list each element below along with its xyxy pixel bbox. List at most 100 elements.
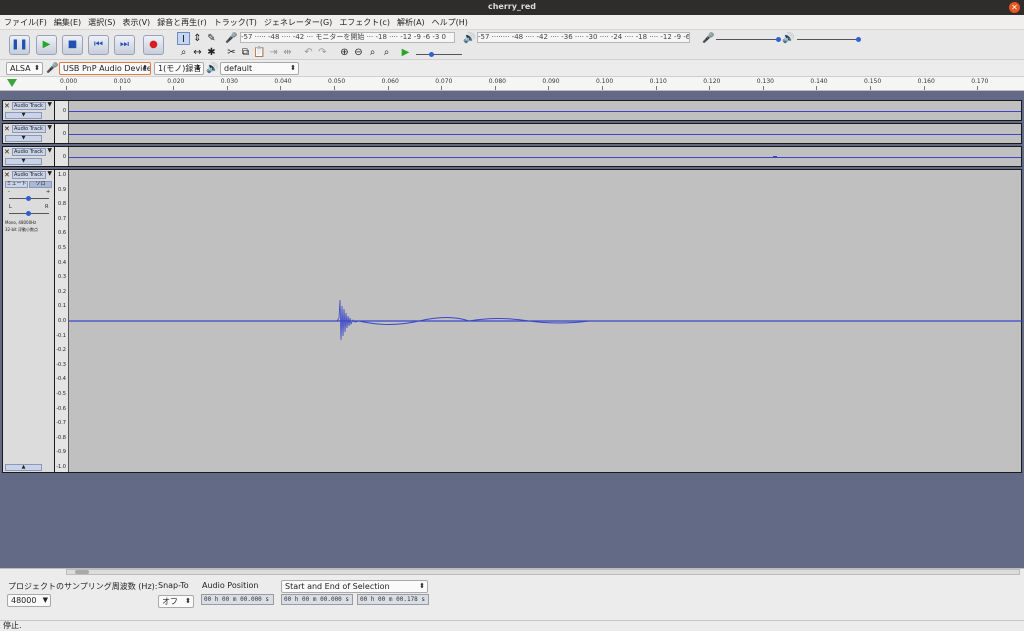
ruler-tick-label: 0.160 xyxy=(917,78,935,85)
audio-track-2[interactable]: ✕ Audio Track ▼ ▼ 0 xyxy=(2,123,1022,144)
close-icon[interactable]: ✕ xyxy=(1009,2,1020,13)
skip-to-start-button[interactable]: ⏮ xyxy=(88,35,109,55)
collapse-track-button[interactable]: ▼ xyxy=(5,112,42,119)
redo-icon[interactable]: ↷ xyxy=(316,46,329,59)
playback-volume-knob[interactable] xyxy=(856,37,861,42)
paste-icon[interactable]: 📋 xyxy=(253,46,266,59)
draw-tool-icon[interactable]: ✎ xyxy=(205,32,218,45)
track-menu-chevron-icon[interactable]: ▼ xyxy=(47,170,52,177)
selection-tool-icon[interactable]: I xyxy=(177,32,190,45)
menu-generate[interactable]: ジェネレーター(G) xyxy=(264,17,332,28)
playback-meter[interactable]: -57 ········ -48 ···· -42 ···· -36 ···· … xyxy=(477,32,690,43)
copy-icon[interactable]: ⧉ xyxy=(239,46,252,59)
play-at-speed-icon[interactable]: ▶ xyxy=(399,46,412,59)
project-rate-select[interactable]: 48000 ▼ xyxy=(7,594,51,607)
mute-button[interactable]: ミュート xyxy=(5,181,28,188)
track-name-button[interactable]: Audio Track xyxy=(12,125,46,133)
ruler-tick-label: 0.100 xyxy=(596,78,614,85)
pause-button[interactable]: ❚❚ xyxy=(9,35,30,55)
menu-analyze[interactable]: 解析(A) xyxy=(397,17,425,28)
playback-volume-slider[interactable] xyxy=(797,39,859,40)
tracks-area[interactable]: ✕ Audio Track ▼ ▼ 0 ✕ Audio Track ▼ ▼ 0 … xyxy=(0,91,1024,568)
fit-selection-icon[interactable]: ⌕ xyxy=(366,46,379,59)
fit-project-icon[interactable]: ⌕ xyxy=(380,46,393,59)
record-button[interactable]: ● xyxy=(143,35,164,55)
menu-select[interactable]: 選択(S) xyxy=(88,17,115,28)
track-menu-chevron-icon[interactable]: ▼ xyxy=(47,101,52,108)
selection-mode-select[interactable]: Start and End of Selection ⬍ xyxy=(281,580,428,593)
horizontal-scrollbar[interactable] xyxy=(66,569,1020,575)
menu-help[interactable]: ヘルプ(H) xyxy=(432,17,468,28)
record-meter[interactable]: -57 ····· -48 ···· -42 ··· モニターを開始 ··· -… xyxy=(240,32,455,43)
track-name-button[interactable]: Audio Track xyxy=(12,102,46,110)
zoom-out-icon[interactable]: ⊖ xyxy=(352,46,365,59)
track-vertical-scale: 0 xyxy=(55,147,69,166)
envelope-tool-icon[interactable]: ⇕ xyxy=(191,32,204,45)
close-track-icon[interactable]: ✕ xyxy=(4,171,10,179)
menu-view[interactable]: 表示(V) xyxy=(122,17,150,28)
channels-select[interactable]: 1(モノ)録音 ⬍ xyxy=(154,62,204,75)
play-speed-slider[interactable] xyxy=(416,54,462,55)
waveform-area[interactable] xyxy=(69,101,1021,120)
selection-start-field[interactable]: 00 h 00 m 00.000 s xyxy=(281,594,353,605)
track-name-button[interactable]: Audio Track xyxy=(12,171,46,179)
undo-icon[interactable]: ↶ xyxy=(302,46,315,59)
close-track-icon[interactable]: ✕ xyxy=(4,148,10,156)
trim-icon[interactable]: ⇥ xyxy=(267,46,280,59)
track-name-button[interactable]: Audio Track xyxy=(12,148,46,156)
play-button[interactable]: ▶ xyxy=(36,35,57,55)
ruler-tick-mark xyxy=(387,86,389,90)
multi-tool-icon[interactable]: ✱ xyxy=(205,46,218,59)
silence-icon[interactable]: ⇹ xyxy=(281,46,294,59)
audio-track-1[interactable]: ✕ Audio Track ▼ ▼ 0 xyxy=(2,100,1022,121)
cut-icon[interactable]: ✂ xyxy=(225,46,238,59)
snap-to-select[interactable]: オフ ⬍ xyxy=(158,595,194,608)
menu-tracks[interactable]: トラック(T) xyxy=(214,17,257,28)
menu-transport[interactable]: 録音と再生(r) xyxy=(157,17,207,28)
close-track-icon[interactable]: ✕ xyxy=(4,125,10,133)
track-menu-chevron-icon[interactable]: ▼ xyxy=(47,147,52,154)
waveform-area[interactable] xyxy=(69,124,1021,143)
menu-file[interactable]: ファイル(F) xyxy=(4,17,47,28)
record-volume-knob[interactable] xyxy=(776,37,781,42)
audio-position-label: Audio Position xyxy=(202,581,259,590)
audio-position-field[interactable]: 00 h 00 m 00.000 s xyxy=(201,594,274,605)
audio-host-select[interactable]: ALSA ⬍ xyxy=(6,62,43,75)
input-device-select[interactable]: USB PnP Audio Device ⬍ xyxy=(59,62,151,75)
timeshift-tool-icon[interactable]: ↔ xyxy=(191,46,204,59)
ruler-tick-label: 0.130 xyxy=(756,78,774,85)
ruler-tick-mark xyxy=(870,86,871,90)
zoom-tool-icon[interactable]: ⌕ xyxy=(177,46,190,59)
timeline-ruler[interactable]: 0.000 0.010 0.020 0.030 0.040 0.050 0.060 0.070… xyxy=(0,77,1024,91)
scale-label: 1.0 xyxy=(58,172,66,178)
collapse-track-button[interactable]: ▼ xyxy=(5,135,42,142)
track-menu-chevron-icon[interactable]: ▼ xyxy=(47,124,52,131)
close-track-icon[interactable]: ✕ xyxy=(4,102,10,110)
menu-bar: ファイル(F) 編集(E) 選択(S) 表示(V) 録音と再生(r) トラック(… xyxy=(0,15,1024,30)
stop-button[interactable]: ■ xyxy=(62,35,83,55)
collapse-track-button[interactable]: ▲ xyxy=(5,464,42,471)
scale-label: 0.4 xyxy=(58,259,66,266)
collapse-track-button[interactable]: ▼ xyxy=(5,158,42,165)
audio-track-3[interactable]: ✕ Audio Track ▼ ▼ 0 xyxy=(2,146,1022,167)
menu-edit[interactable]: 編集(E) xyxy=(54,17,81,28)
play-speed-knob[interactable] xyxy=(429,52,434,57)
zoom-in-icon[interactable]: ⊕ xyxy=(338,46,351,59)
output-device-select[interactable]: default ⬍ xyxy=(220,62,299,75)
menu-effect[interactable]: エフェクト(c) xyxy=(339,17,390,28)
solo-button[interactable]: ソロ xyxy=(29,181,52,188)
pan-knob[interactable] xyxy=(26,211,31,216)
microphone-icon[interactable]: 🎤 xyxy=(225,32,238,45)
gain-knob[interactable] xyxy=(26,196,31,201)
waveform-area[interactable] xyxy=(69,147,1021,166)
skip-to-end-button[interactable]: ⏭ xyxy=(114,35,135,55)
waveform-area[interactable] xyxy=(69,170,1023,472)
scrollbar-thumb[interactable] xyxy=(75,570,89,574)
play-head-icon[interactable] xyxy=(7,79,17,87)
record-volume-slider[interactable] xyxy=(716,39,778,40)
audio-track-4[interactable]: ✕ Audio Track ▼ ミュート ソロ - + L R Mono, 48… xyxy=(2,169,1023,473)
selection-end-field[interactable]: 00 h 00 m 00.178 s xyxy=(357,594,429,605)
speaker-icon[interactable]: 🔊 xyxy=(463,32,476,45)
ruler-tick-mark xyxy=(762,86,764,90)
ruler-tick-mark xyxy=(709,86,711,90)
